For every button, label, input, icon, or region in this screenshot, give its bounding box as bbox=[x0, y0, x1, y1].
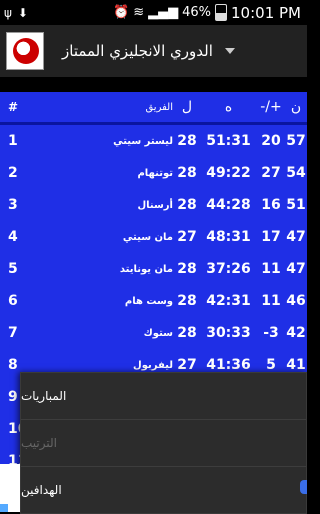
table-row[interactable]: 5 مان يونايتد 28 37:26 11 47 bbox=[0, 253, 307, 285]
cell-played: 28 bbox=[177, 261, 197, 277]
menu-item-scorers[interactable]: الهدافين bbox=[21, 467, 306, 513]
cell-played: 28 bbox=[177, 165, 197, 181]
cell-goals: 51:31 bbox=[206, 133, 251, 149]
cell-rank: 3 bbox=[8, 197, 18, 213]
cell-points: 54 bbox=[286, 165, 306, 181]
cell-goals: 41:36 bbox=[206, 357, 251, 373]
cell-rank: 5 bbox=[8, 261, 18, 277]
cell-goals: 37:26 bbox=[206, 261, 251, 277]
cell-diff: 17 bbox=[261, 229, 281, 245]
cell-diff: 11 bbox=[261, 293, 281, 309]
ad-edge[interactable] bbox=[300, 480, 307, 494]
wifi-icon: ≋ bbox=[133, 5, 145, 20]
usb-icon: ψ bbox=[4, 5, 12, 20]
clock: 10:01 PM bbox=[231, 3, 301, 22]
cell-team: ستوك bbox=[143, 327, 173, 339]
cell-played: 27 bbox=[177, 357, 197, 373]
cell-team: مان سيتي bbox=[122, 231, 173, 243]
league-title[interactable]: الدوري الانجليزي الممتاز bbox=[62, 42, 213, 60]
chevron-down-icon[interactable] bbox=[224, 48, 235, 54]
table-header: # الفريق ل ه -/+ ن bbox=[0, 92, 307, 125]
action-bar: الدوري الانجليزي الممتاز bbox=[0, 25, 307, 77]
cell-points: 47 bbox=[286, 229, 306, 245]
table-row[interactable]: 4 مان سيتي 27 48:31 17 47 bbox=[0, 221, 307, 253]
cell-played: 27 bbox=[177, 229, 197, 245]
cell-team: توتنهام bbox=[137, 167, 173, 179]
header-team: الفريق bbox=[145, 101, 173, 113]
cell-goals: 44:28 bbox=[206, 197, 251, 213]
cell-rank: 8 bbox=[8, 357, 18, 373]
menu-item-matches[interactable]: المباريات bbox=[21, 373, 306, 420]
cell-rank: 4 bbox=[8, 229, 18, 245]
header-goals: ه bbox=[224, 99, 233, 115]
table-row[interactable]: 1 ليستر سيتي 28 51:31 20 57 bbox=[0, 125, 307, 157]
app-logo-icon[interactable] bbox=[6, 32, 44, 70]
table-row[interactable]: 7 ستوك 28 30:33 -3 42 bbox=[0, 317, 307, 349]
cell-played: 28 bbox=[177, 293, 197, 309]
battery-percent: 46% bbox=[182, 5, 212, 20]
cell-points: 51 bbox=[286, 197, 306, 213]
cell-diff: -3 bbox=[263, 325, 279, 341]
battery-icon bbox=[215, 4, 228, 21]
table-row[interactable]: 2 توتنهام 28 49:22 27 54 bbox=[0, 157, 307, 189]
ad-banner[interactable] bbox=[0, 464, 20, 512]
cell-played: 28 bbox=[177, 325, 197, 341]
cell-goals: 30:33 bbox=[206, 325, 251, 341]
alarm-icon: ⏰ bbox=[113, 5, 130, 20]
cell-played: 28 bbox=[177, 133, 197, 149]
cell-team: وست هام bbox=[124, 295, 173, 307]
header-rank: # bbox=[8, 100, 19, 114]
download-icon: ⬇ bbox=[17, 5, 28, 20]
cell-points: 41 bbox=[286, 357, 306, 373]
cell-diff: 27 bbox=[261, 165, 281, 181]
table-row[interactable]: 6 وست هام 28 42:31 11 46 bbox=[0, 285, 307, 317]
cell-team: ليفربول bbox=[133, 359, 173, 371]
header-points: ن bbox=[290, 99, 302, 115]
cell-diff: 11 bbox=[261, 261, 281, 277]
ad-choices-icon[interactable] bbox=[0, 504, 8, 512]
cell-played: 28 bbox=[177, 197, 197, 213]
cell-team: ليستر سيتي bbox=[113, 135, 173, 147]
cell-points: 57 bbox=[286, 133, 306, 149]
status-bar: ψ ⬇ ⏰ ≋ ▂▄▆ 46% 10:01 PM bbox=[0, 0, 307, 25]
cell-points: 47 bbox=[286, 261, 306, 277]
cell-diff: 20 bbox=[261, 133, 281, 149]
cell-points: 46 bbox=[286, 293, 306, 309]
cell-diff: 5 bbox=[266, 357, 276, 373]
cell-goals: 42:31 bbox=[206, 293, 251, 309]
cell-rank: 7 bbox=[8, 325, 18, 341]
cell-team: أرسنال bbox=[137, 199, 173, 211]
signal-icon: ▂▄▆ bbox=[148, 5, 179, 20]
cell-goals: 49:22 bbox=[206, 165, 251, 181]
cell-diff: 16 bbox=[261, 197, 281, 213]
cell-rank: 2 bbox=[8, 165, 18, 181]
header-diff: -/+ bbox=[260, 99, 282, 115]
cell-points: 42 bbox=[286, 325, 306, 341]
cell-rank: 6 bbox=[8, 293, 18, 309]
table-row[interactable]: 3 أرسنال 28 44:28 16 51 bbox=[0, 189, 307, 221]
header-played: ل bbox=[181, 99, 193, 115]
cell-goals: 48:31 bbox=[206, 229, 251, 245]
menu-item-standings: الترتيب bbox=[21, 420, 306, 467]
popup-menu: المباريات الترتيب الهدافين bbox=[20, 372, 307, 514]
cell-rank: 1 bbox=[8, 133, 18, 149]
cell-team: مان يونايتد bbox=[119, 263, 173, 275]
